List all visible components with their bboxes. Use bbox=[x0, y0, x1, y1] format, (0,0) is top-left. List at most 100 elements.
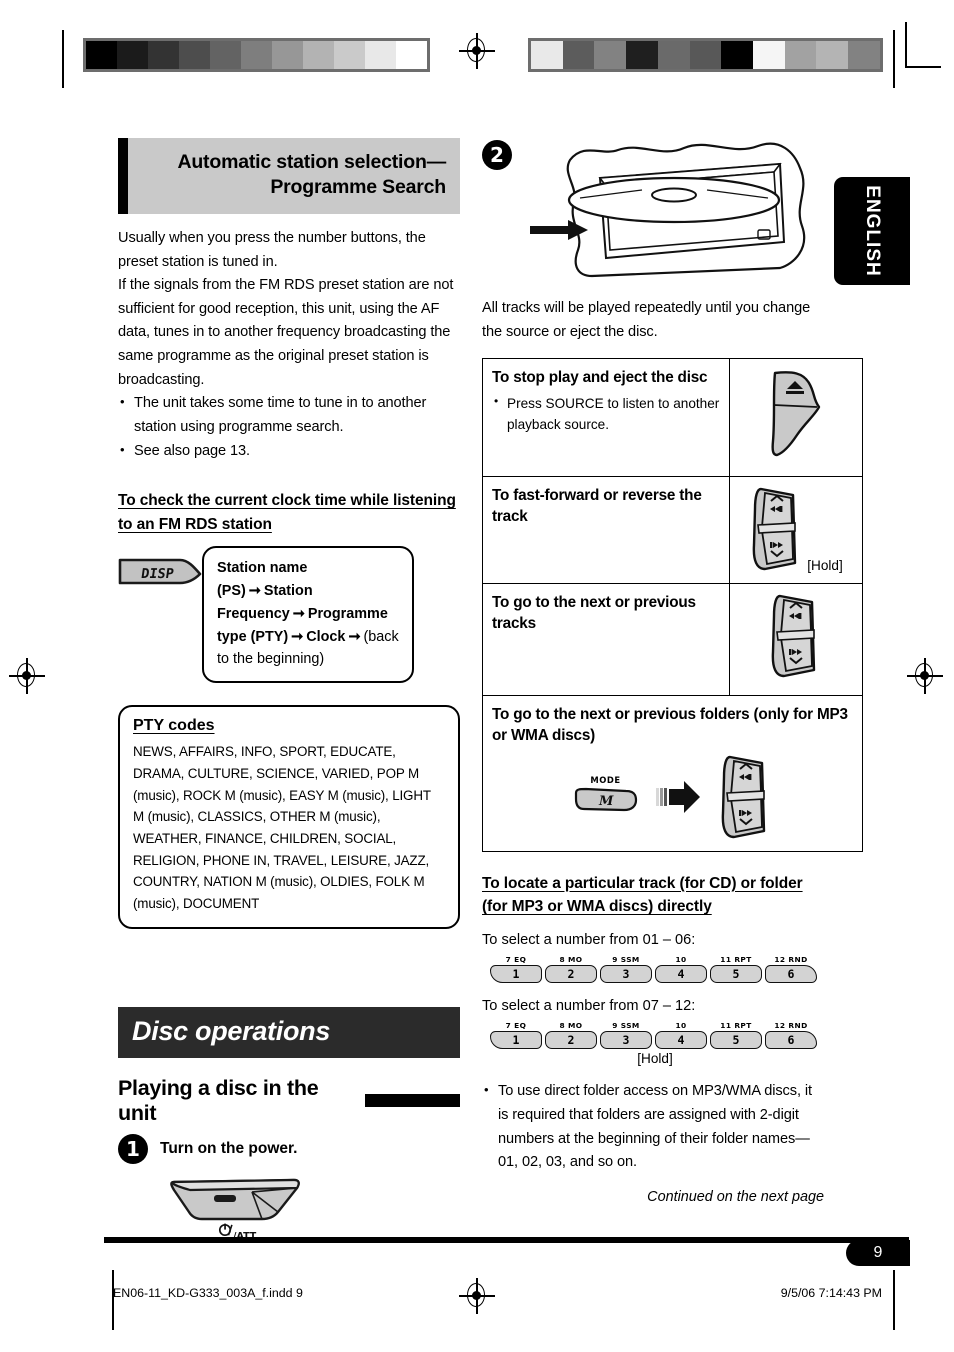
registration-mark-left bbox=[9, 658, 45, 694]
mode-button-group[interactable]: MODE M bbox=[572, 775, 640, 818]
list-item: Press SOURCE to listen to another playba… bbox=[492, 392, 720, 435]
language-tab-english: ENGLISH bbox=[834, 177, 910, 285]
op-cell-stop-eject: To stop play and eject the disc Press SO… bbox=[482, 358, 730, 478]
number-button[interactable]: 12 RND 6 bbox=[765, 1021, 817, 1050]
hold-label: [Hold] bbox=[807, 558, 843, 574]
number-button-key[interactable]: 1 bbox=[490, 964, 542, 983]
number-buttons-strip-1: 7 EQ 1 8 MO 2 9 SSM 3 10 4 11 RPT 5 12 RND 6 bbox=[490, 955, 820, 983]
gray-swatch bbox=[271, 41, 303, 69]
list-item: To use direct folder access on MP3/WMA d… bbox=[482, 1079, 824, 1175]
number-button-key[interactable]: 3 bbox=[600, 1031, 652, 1050]
number-button-key[interactable]: 4 bbox=[655, 964, 707, 983]
arrow-icon: ➞ bbox=[248, 583, 261, 600]
number-button[interactable]: 7 EQ 1 bbox=[490, 1021, 542, 1050]
number-button[interactable]: 8 MO 2 bbox=[545, 1021, 597, 1050]
number-button[interactable]: 11 RPT 5 bbox=[710, 1021, 762, 1050]
number-button-caption: 8 MO bbox=[559, 1021, 583, 1031]
number-button[interactable]: 12 RND 6 bbox=[765, 955, 817, 983]
gray-swatch bbox=[689, 41, 722, 69]
number-button-key[interactable]: 1 bbox=[490, 1031, 542, 1050]
number-button[interactable]: 7 EQ 1 bbox=[490, 955, 542, 983]
gray-swatch bbox=[626, 41, 658, 69]
step-1-label: Turn on the power. bbox=[160, 1139, 298, 1157]
disp-sequence-callout: Station name (PS) ➞ Station Frequency ➞ Prog… bbox=[202, 546, 414, 684]
number-button-key[interactable]: 5 bbox=[710, 1031, 762, 1050]
gray-swatch bbox=[848, 41, 880, 69]
select-01-06-label: To select a number from 01 – 06: bbox=[482, 931, 696, 948]
left-column: Automatic station selection— Programme S… bbox=[118, 138, 460, 1245]
locate-track-heading: To locate a particular track (for CD) or… bbox=[482, 872, 824, 919]
gray-swatch bbox=[816, 41, 849, 69]
grayscale-bar-right bbox=[528, 38, 883, 72]
op-bullet-list: Press SOURCE to listen to another playba… bbox=[492, 392, 720, 435]
gray-swatch bbox=[721, 41, 754, 69]
intro-bullet-list: The unit takes some time to tune in to a… bbox=[118, 391, 460, 464]
pty-codes-list: NEWS, AFFAIRS, INFO, SPORT, EDUCATE, DRA… bbox=[133, 744, 431, 912]
track-rocker-icon bbox=[752, 488, 797, 571]
number-button[interactable]: 10 4 bbox=[655, 1021, 707, 1050]
table-row: To go to the next or previous tracks bbox=[482, 583, 863, 697]
continued-note: Continued on the next page bbox=[647, 1188, 824, 1205]
step-number-badge: 1 bbox=[118, 1133, 148, 1164]
number-button-caption: 7 EQ bbox=[505, 1021, 527, 1031]
right-column: 2 All tracks will be played repeatedly u… bbox=[482, 138, 863, 1205]
step-1-row: 1 Turn on the power. bbox=[118, 1133, 460, 1164]
step-number-badge: 2 bbox=[482, 140, 512, 170]
section-heading-programme-search: Automatic station selection— Programme S… bbox=[118, 138, 460, 214]
subsection-label: Playing a disc in the unit bbox=[118, 1075, 319, 1125]
table-row: To go to the next or previous folders (o… bbox=[482, 695, 863, 852]
svg-text:DISP: DISP bbox=[140, 566, 175, 582]
disc-insert-illustration bbox=[522, 138, 822, 293]
list-item: See also page 13. bbox=[118, 439, 460, 464]
table-row: To stop play and eject the disc Press SO… bbox=[482, 358, 863, 478]
number-button[interactable]: 11 RPT 5 bbox=[710, 955, 762, 983]
pty-codes-title: PTY codes bbox=[133, 717, 215, 735]
gray-swatch bbox=[364, 41, 396, 69]
number-button-key[interactable]: 5 bbox=[710, 964, 762, 983]
number-button[interactable]: 9 SSM 3 bbox=[600, 955, 652, 983]
disp-button-icon[interactable]: DISP bbox=[118, 554, 202, 593]
gray-swatch bbox=[178, 41, 210, 69]
gray-swatch bbox=[240, 41, 272, 69]
arrow-icon: ➞ bbox=[291, 628, 304, 645]
list-item: The unit takes some time to tune in to a… bbox=[118, 391, 460, 439]
number-button[interactable]: 9 SSM 3 bbox=[600, 1021, 652, 1050]
crop-mark-tr-corner-h bbox=[905, 66, 941, 68]
select-07-12-label: To select a number from 07 – 12: bbox=[482, 997, 696, 1014]
number-button-key[interactable]: 2 bbox=[545, 964, 597, 983]
power-button-illustration: /ATT bbox=[166, 1172, 460, 1245]
gray-swatch bbox=[531, 41, 563, 69]
number-button-caption: 12 RND bbox=[774, 954, 808, 964]
gray-swatch bbox=[147, 41, 179, 69]
footer-file-name: EN06-11_KD-G333_003A_f.indd 9 bbox=[113, 1286, 303, 1300]
language-tab-label: ENGLISH bbox=[862, 185, 883, 277]
table-row: To fast-forward or reverse the track [Ho… bbox=[482, 476, 863, 585]
gray-swatch bbox=[209, 41, 241, 69]
number-button-key[interactable]: 6 bbox=[765, 1031, 817, 1050]
gray-swatch bbox=[594, 41, 627, 69]
number-button-key[interactable]: 2 bbox=[545, 1031, 597, 1050]
clock-check-heading-text: To check the current clock time while li… bbox=[118, 492, 456, 533]
arrow-icon: ➞ bbox=[292, 605, 305, 622]
number-button-caption: 10 bbox=[675, 1021, 687, 1031]
footer-rule bbox=[104, 1237, 909, 1243]
mode-key-icon: M bbox=[574, 787, 637, 812]
gray-swatch bbox=[753, 41, 785, 69]
number-button-caption: 8 MO bbox=[559, 954, 583, 964]
op-title: To go to the next or previous folders (o… bbox=[492, 706, 848, 745]
number-button[interactable]: 8 MO 2 bbox=[545, 955, 597, 983]
number-button-key[interactable]: 3 bbox=[600, 964, 652, 983]
locate-track-heading-text: To locate a particular track (for CD) or… bbox=[482, 874, 803, 916]
number-button-key[interactable]: 4 bbox=[655, 1031, 707, 1050]
op-title: To fast-forward or reverse the track bbox=[492, 487, 702, 526]
number-button-key[interactable]: 6 bbox=[765, 964, 817, 983]
crop-mark-tr-v bbox=[893, 30, 895, 88]
arrow-right-icon bbox=[655, 780, 700, 813]
registration-mark-bottom bbox=[459, 1278, 495, 1314]
page-number-badge: 9 bbox=[846, 1240, 910, 1266]
op-cell-next-previous-track: To go to the next or previous tracks bbox=[482, 583, 730, 697]
number-button[interactable]: 10 4 bbox=[655, 955, 707, 983]
number-button-caption: 9 SSM bbox=[612, 954, 640, 964]
hold-label: [Hold] bbox=[637, 1051, 673, 1067]
track-rocker-icon bbox=[721, 755, 765, 838]
